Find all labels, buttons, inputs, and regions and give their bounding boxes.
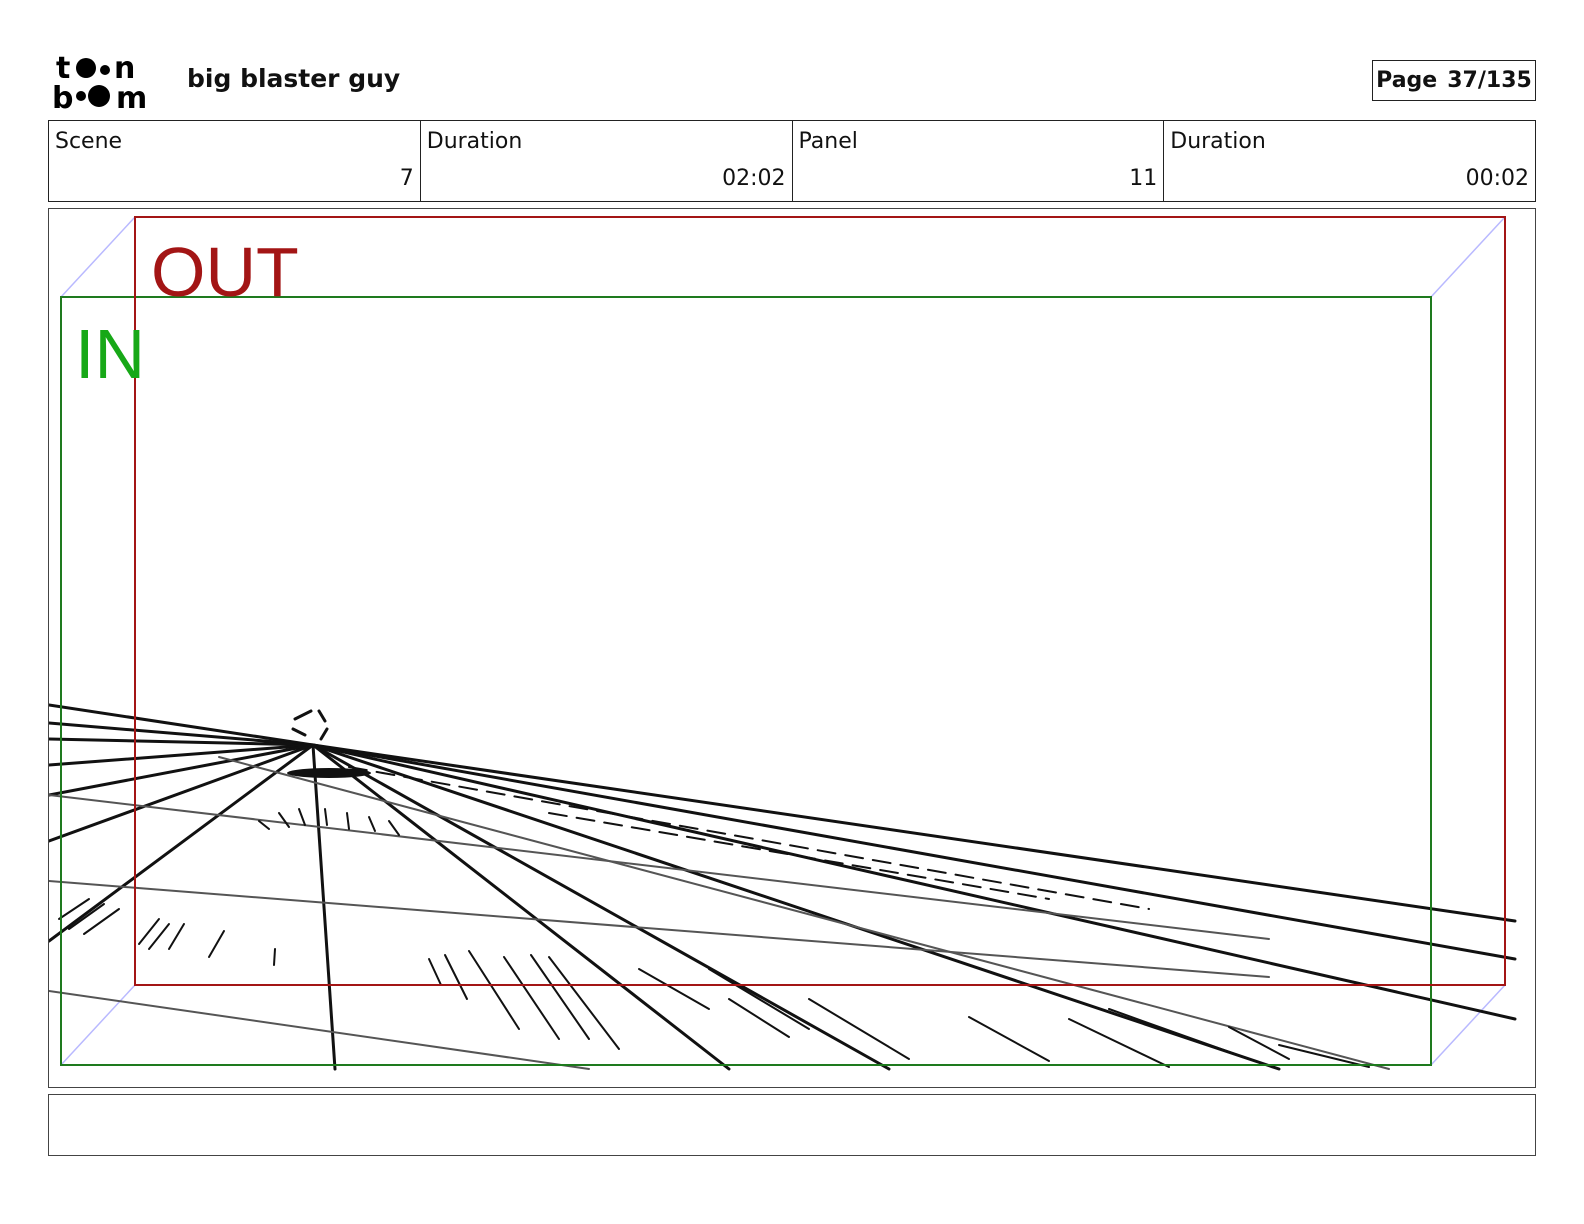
out-frame-label: OUT [151, 233, 299, 311]
panel-duration-value: 00:02 [1465, 166, 1529, 191]
scene-value: 7 [399, 166, 414, 191]
panel-notes [48, 1094, 1536, 1156]
in-frame [60, 296, 1432, 1066]
sketch-lines [49, 703, 1517, 1071]
scene-cell: Scene 7 [49, 121, 421, 201]
storyboard-panel: OUT IN [48, 208, 1536, 1088]
panel-duration-label: Duration [1170, 129, 1266, 154]
panel-cell: Panel 11 [793, 121, 1165, 201]
panel-duration-cell: Duration 00:02 [1164, 121, 1535, 201]
svg-text:b: b [52, 81, 73, 110]
scene-duration-value: 02:02 [722, 166, 786, 191]
toonboom-logo: t n b m [52, 52, 147, 110]
in-frame-label: IN [75, 315, 145, 393]
page-number: 37/135 [1447, 68, 1532, 93]
panel-value: 11 [1129, 166, 1158, 191]
project-title: big blaster guy [187, 64, 401, 93]
panel-label: Panel [798, 129, 858, 154]
out-frame [134, 216, 1506, 986]
page-label: Page [1376, 68, 1438, 93]
scene-duration-label: Duration [426, 129, 523, 154]
svg-text:m: m [116, 81, 147, 110]
scene-info-table: Scene 7 Duration 02:02 Panel 11 Duration… [48, 120, 1536, 202]
panel-drawing [49, 216, 1517, 1071]
page-indicator: Page 37/135 [1372, 60, 1536, 101]
scene-duration-cell: Duration 02:02 [421, 121, 793, 201]
scene-label: Scene [55, 129, 123, 154]
